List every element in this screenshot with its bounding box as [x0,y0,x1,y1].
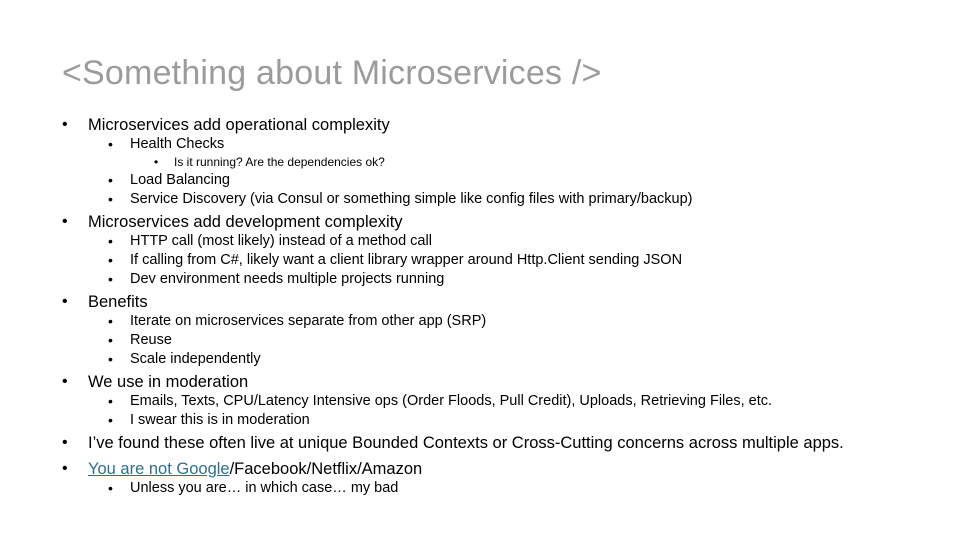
outline-level1-text: I’ve found these often live at unique Bo… [88,434,844,452]
outline-level2-text: Service Discovery (via Consul or somethi… [130,191,693,207]
list-item: • I’ve found these often live at unique … [62,433,942,453]
list-item: • I swear this is in moderation [108,411,942,430]
slide: <Something about Microservices /> • Micr… [0,0,960,540]
list-item: • Load Balancing [108,171,942,190]
outline-level2-text: Load Balancing [130,172,230,188]
outline-level2-text: Scale independently [130,351,261,367]
bullet-icon: • [62,116,68,133]
bullet-icon: • [108,480,113,496]
outline-level2-list: • Iterate on microservices separate from… [108,312,942,369]
list-item: • HTTP call (most likely) instead of a m… [108,232,942,251]
list-item: • You are not Google/Facebook/Netflix/Am… [62,459,942,498]
bullet-icon: • [62,213,68,230]
outline-level2-list: • HTTP call (most likely) instead of a m… [108,232,942,289]
outline-level1-text: Microservices add development complexity [88,213,403,231]
list-item: • Emails, Texts, CPU/Latency Intensive o… [108,392,942,411]
outline-level1-list: • Microservices add operational complexi… [62,115,942,498]
list-item: • We use in moderation • Emails, Texts, … [62,372,942,430]
outline-level1-text-rest: /Facebook/Netflix/Amazon [229,460,423,478]
outline-level2-text: Unless you are… in which case… my bad [130,480,399,496]
bullet-icon: • [108,332,113,348]
list-item: • Health Checks • Is it running? Are the… [108,135,942,171]
bullet-icon: • [108,313,113,329]
list-item: • If calling from C#, likely want a clie… [108,251,942,270]
outline-level2-text: Reuse [130,332,172,348]
outline-level2-text: If calling from C#, likely want a client… [130,252,683,268]
bullet-icon: • [62,434,68,451]
list-item: • Microservices add operational complexi… [62,115,942,209]
bullet-icon: • [108,393,113,409]
outline-level2-list: • Health Checks • Is it running? Are the… [108,135,942,209]
bullet-icon: • [62,293,68,310]
outline-level2-list: • Emails, Texts, CPU/Latency Intensive o… [108,392,942,430]
you-are-not-google-link[interactable]: You are not Google [88,460,230,478]
outline-level3-text: Is it running? Are the dependencies ok? [174,155,385,169]
list-item: • Dev environment needs multiple project… [108,270,942,289]
list-item: • Is it running? Are the dependencies ok… [154,154,942,171]
bullet-icon: • [108,136,113,152]
outline-level1-text: Microservices add operational complexity [88,116,390,134]
bullet-icon: • [108,412,113,428]
list-item: • Benefits • Iterate on microservices se… [62,292,942,369]
outline-level1-text: Benefits [88,293,148,311]
bullet-icon: • [108,233,113,249]
bullet-icon: • [108,271,113,287]
slide-body: • Microservices add operational complexi… [62,112,942,500]
bullet-icon: • [108,252,113,268]
outline-level2-list: • Unless you are… in which case… my bad [108,479,942,498]
bullet-icon: • [108,351,113,367]
outline-level1-text: We use in moderation [88,373,249,391]
list-item: • Iterate on microservices separate from… [108,312,942,331]
page-title: <Something about Microservices /> [62,54,602,92]
outline-level2-text: Dev environment needs multiple projects … [130,271,445,287]
outline-level2-text: Emails, Texts, CPU/Latency Intensive ops… [130,393,773,409]
outline-level2-text: Iterate on microservices separate from o… [130,313,487,329]
bullet-icon: • [108,172,113,188]
list-item: • Microservices add development complexi… [62,212,942,289]
outline-level1-text: You are not Google/Facebook/Netflix/Amaz… [88,459,942,479]
bullet-icon: • [62,373,68,390]
outline-level2-text: HTTP call (most likely) instead of a met… [130,233,432,249]
list-item: • Reuse [108,331,942,350]
outline-level2-text: Health Checks [130,136,225,152]
list-item: • Service Discovery (via Consul or somet… [108,190,942,209]
list-item: • Unless you are… in which case… my bad [108,479,942,498]
bullet-icon: • [62,460,68,477]
list-item: • Scale independently [108,350,942,369]
outline-level3-list: • Is it running? Are the dependencies ok… [154,154,942,171]
bullet-icon: • [154,155,159,169]
bullet-icon: • [108,191,113,207]
outline-level2-text: I swear this is in moderation [130,412,310,428]
